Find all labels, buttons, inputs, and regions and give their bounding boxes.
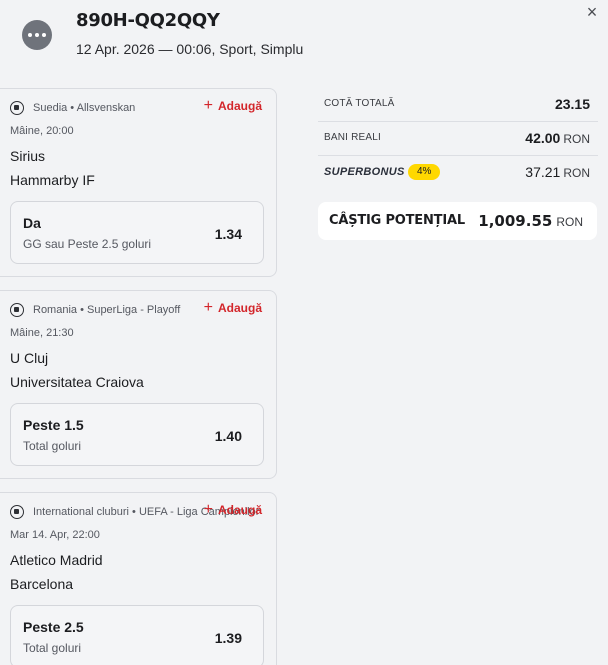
selection-odd: 1.34 <box>214 226 242 242</box>
selection-box[interactable]: Peste 2.5 Total goluri 1.39 <box>10 605 264 665</box>
dot-icon <box>42 33 46 37</box>
ticket-id: 890H-QQ2QQY <box>76 10 220 31</box>
close-icon[interactable]: × <box>582 2 602 22</box>
add-label: Adaugă <box>217 301 262 315</box>
real-money-number: 42.00 <box>525 130 561 146</box>
selection-name: Peste 2.5 <box>23 619 84 635</box>
ticket-summary: COTĂ TOTALĂ 23.15 BANI REALI 42.00 RON SU… <box>318 88 598 190</box>
home-team: Sirius <box>10 148 46 164</box>
selection-market: Total goluri <box>23 641 82 655</box>
superbonus-badge: 4% <box>408 164 441 180</box>
plus-icon: + <box>203 501 213 518</box>
away-team: Barcelona <box>10 576 74 592</box>
potential-win-value: 1,009.55 RON <box>478 212 583 230</box>
selection-market: Total goluri <box>23 439 82 453</box>
event-card: Suedia • Allsvenskan + Adaugă Mâine, 20:… <box>0 88 277 277</box>
currency-label: RON <box>556 215 583 229</box>
selection-name: Da <box>23 215 41 231</box>
superbonus-row: SUPERBONUS 4% 37.21 RON <box>318 156 598 190</box>
superbonus-value: 37.21 RON <box>525 164 590 180</box>
event-time: Mâine, 21:30 <box>10 327 74 339</box>
superbonus-label: SUPERBONUS <box>324 166 405 178</box>
add-label: Adaugă <box>217 503 262 517</box>
currency-label: RON <box>563 132 590 146</box>
real-money-row: BANI REALI 42.00 RON <box>318 122 598 156</box>
dot-icon <box>35 33 39 37</box>
add-button[interactable]: + Adaugă <box>203 97 262 114</box>
potential-win-number: 1,009.55 <box>478 212 553 230</box>
home-team: U Cluj <box>10 350 49 366</box>
selection-box[interactable]: Da GG sau Peste 2.5 goluri 1.34 <box>10 201 264 264</box>
currency-label: RON <box>563 166 590 180</box>
selection-name: Peste 1.5 <box>23 417 84 433</box>
add-label: Adaugă <box>217 99 262 113</box>
event-card: International cluburi • UEFA - Liga Camp… <box>0 492 277 665</box>
football-icon <box>10 303 24 317</box>
ticket-header: 890H-QQ2QQY 12 Apr. 2026 — 00:06, Sport,… <box>0 0 608 80</box>
away-team: Universitatea Craiova <box>10 374 144 390</box>
total-odds-number: 23.15 <box>554 96 590 112</box>
football-icon <box>10 505 24 519</box>
event-time: Mar 14. Apr, 22:00 <box>10 529 100 541</box>
event-card: Romania • SuperLiga - Playoff + Adaugă M… <box>0 290 277 479</box>
selection-odd: 1.40 <box>214 428 242 444</box>
ticket-meta: 12 Apr. 2026 — 00:06, Sport, Simplu <box>76 41 304 57</box>
away-team: Hammarby IF <box>10 172 95 188</box>
potential-win-label: CÂȘTIG POTENȚIAL <box>329 213 465 228</box>
football-icon <box>10 101 24 115</box>
selection-box[interactable]: Peste 1.5 Total goluri 1.40 <box>10 403 264 466</box>
total-odds-value: 23.15 <box>555 96 590 112</box>
event-time: Mâine, 20:00 <box>10 125 74 137</box>
add-button[interactable]: + Adaugă <box>203 501 262 518</box>
plus-icon: + <box>203 97 213 114</box>
home-team: Atletico Madrid <box>10 552 103 568</box>
add-button[interactable]: + Adaugă <box>203 299 262 316</box>
selection-odd: 1.39 <box>214 630 242 646</box>
real-money-label: BANI REALI <box>324 132 382 143</box>
potential-win-box: CÂȘTIG POTENȚIAL 1,009.55 RON <box>318 202 597 240</box>
total-odds-row: COTĂ TOTALĂ 23.15 <box>318 88 598 122</box>
total-odds-label: COTĂ TOTALĂ <box>324 98 395 109</box>
selection-market: GG sau Peste 2.5 goluri <box>23 237 152 251</box>
dot-icon <box>28 33 32 37</box>
real-money-value: 42.00 RON <box>525 130 590 146</box>
plus-icon: + <box>203 299 213 316</box>
superbonus-number: 37.21 <box>525 164 561 180</box>
more-options-button[interactable] <box>22 20 52 50</box>
